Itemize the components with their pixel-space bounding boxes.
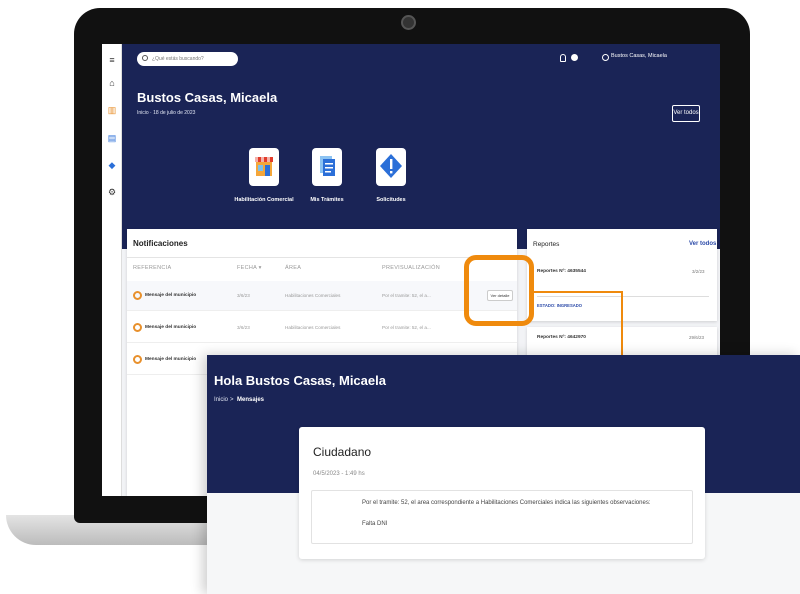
reports-title: Reportes — [533, 241, 560, 248]
message-note: Falta DNI — [362, 521, 388, 527]
highlight-box — [464, 255, 534, 326]
breadcrumb-current: Mensajes — [237, 397, 265, 403]
store-icon[interactable]: ▥ — [106, 104, 118, 116]
page-subtitle: Inicio · 18 de julio de 2023 — [137, 110, 196, 116]
row-reference: Mensaje del municipio — [145, 357, 197, 362]
tile-label-solicitudes: Solicitudes — [376, 197, 406, 203]
user-name[interactable]: Bustos Casas, Micaela — [611, 53, 667, 59]
column-header[interactable]: FECHA ▾ — [237, 265, 262, 271]
search-icon — [142, 55, 148, 61]
user-avatar-icon[interactable] — [602, 54, 609, 61]
message-icon — [133, 291, 142, 300]
row-area: Habilitaciones Comerciales — [285, 293, 341, 298]
divider — [127, 257, 517, 258]
message-text: Por el tramite: 52, el area correspondie… — [362, 500, 651, 506]
column-header[interactable]: PREVISUALIZACIÓN — [382, 265, 440, 271]
message-icon — [133, 323, 142, 332]
message-sender: Ciudadano — [313, 445, 372, 459]
storefront-icon — [255, 157, 273, 176]
message-date: 04/5/2023 - 1:49 hs — [313, 471, 365, 477]
message-card: Ciudadano 04/5/2023 - 1:49 hs Por el tra… — [299, 427, 705, 559]
reports-ver-todos-link[interactable]: Ver todos — [689, 241, 716, 247]
dashboard-header: ¿Qué estás buscando? Bustos Casas, Micae… — [122, 44, 720, 249]
row-preview: Por el tramite: 52, el a... — [382, 325, 431, 330]
row-area: Habilitaciones Comerciales — [285, 325, 341, 330]
tile-habilitacion-comercial[interactable] — [249, 148, 279, 186]
alert-icon[interactable]: ◆ — [106, 159, 118, 171]
info-icon[interactable] — [571, 54, 578, 61]
ver-todos-button[interactable]: Ver todos — [672, 105, 700, 122]
left-rail: ≡ ⌂ ▥ ▤ ◆ ⚙ — [102, 44, 122, 496]
search-input[interactable]: ¿Qué estás buscando? — [137, 52, 238, 66]
row-date: 3/6/23 — [237, 325, 250, 330]
message-icon — [133, 355, 142, 364]
breadcrumb-separator: > — [230, 397, 234, 403]
overlay-title: Hola Bustos Casas, Micaela — [214, 373, 386, 388]
settings-icon[interactable]: ⚙ — [106, 186, 118, 198]
breadcrumb-home[interactable]: Inicio — [214, 397, 228, 403]
table-row[interactable]: Mensaje del municipio 3/6/23 Habilitacio… — [127, 281, 517, 311]
document-icon[interactable]: ▤ — [106, 132, 118, 144]
tile-mis-tramites[interactable] — [312, 148, 342, 186]
camera-icon — [401, 15, 416, 30]
message-detail-overlay: Hola Bustos Casas, Micaela Inicio > Mens… — [207, 355, 800, 594]
documents-icon — [320, 156, 335, 176]
notifications-title: Notificaciones — [133, 239, 188, 248]
report-number[interactable]: Reportes Nº: 4642970 — [537, 335, 586, 340]
connector-line — [534, 291, 622, 293]
table-row[interactable]: Mensaje del municipio 3/6/23 Habilitacio… — [127, 313, 517, 343]
row-date: 3/6/23 — [237, 293, 250, 298]
column-header[interactable]: ÁREA — [285, 265, 301, 271]
report-date: 3/2/23 — [692, 269, 705, 274]
report-status: ESTADO: INGRESADO — [537, 303, 583, 308]
report-date: 29/6/23 — [689, 335, 705, 340]
message-body: Por el tramite: 52, el area correspondie… — [311, 490, 693, 544]
home-icon[interactable]: ⌂ — [106, 77, 118, 89]
divider — [537, 296, 709, 297]
row-preview: Por el tramite: 52, el a... — [382, 293, 431, 298]
page-title: Bustos Casas, Micaela — [137, 90, 278, 105]
bell-icon[interactable] — [560, 54, 566, 62]
column-header[interactable]: REFERENCIA — [133, 265, 171, 271]
alert-icon — [380, 154, 402, 178]
row-reference: Mensaje del municipio — [145, 325, 197, 330]
menu-icon[interactable]: ≡ — [106, 54, 118, 66]
tile-solicitudes[interactable] — [376, 148, 406, 186]
report-number[interactable]: Reportes Nº: 4635544 — [537, 269, 586, 274]
row-reference: Mensaje del municipio — [145, 293, 197, 298]
page: ≡ ⌂ ▥ ▤ ◆ ⚙ ¿Qué estás buscando? Bustos … — [0, 0, 800, 594]
connector-line — [621, 291, 623, 361]
search-placeholder: ¿Qué estás buscando? — [152, 56, 204, 62]
